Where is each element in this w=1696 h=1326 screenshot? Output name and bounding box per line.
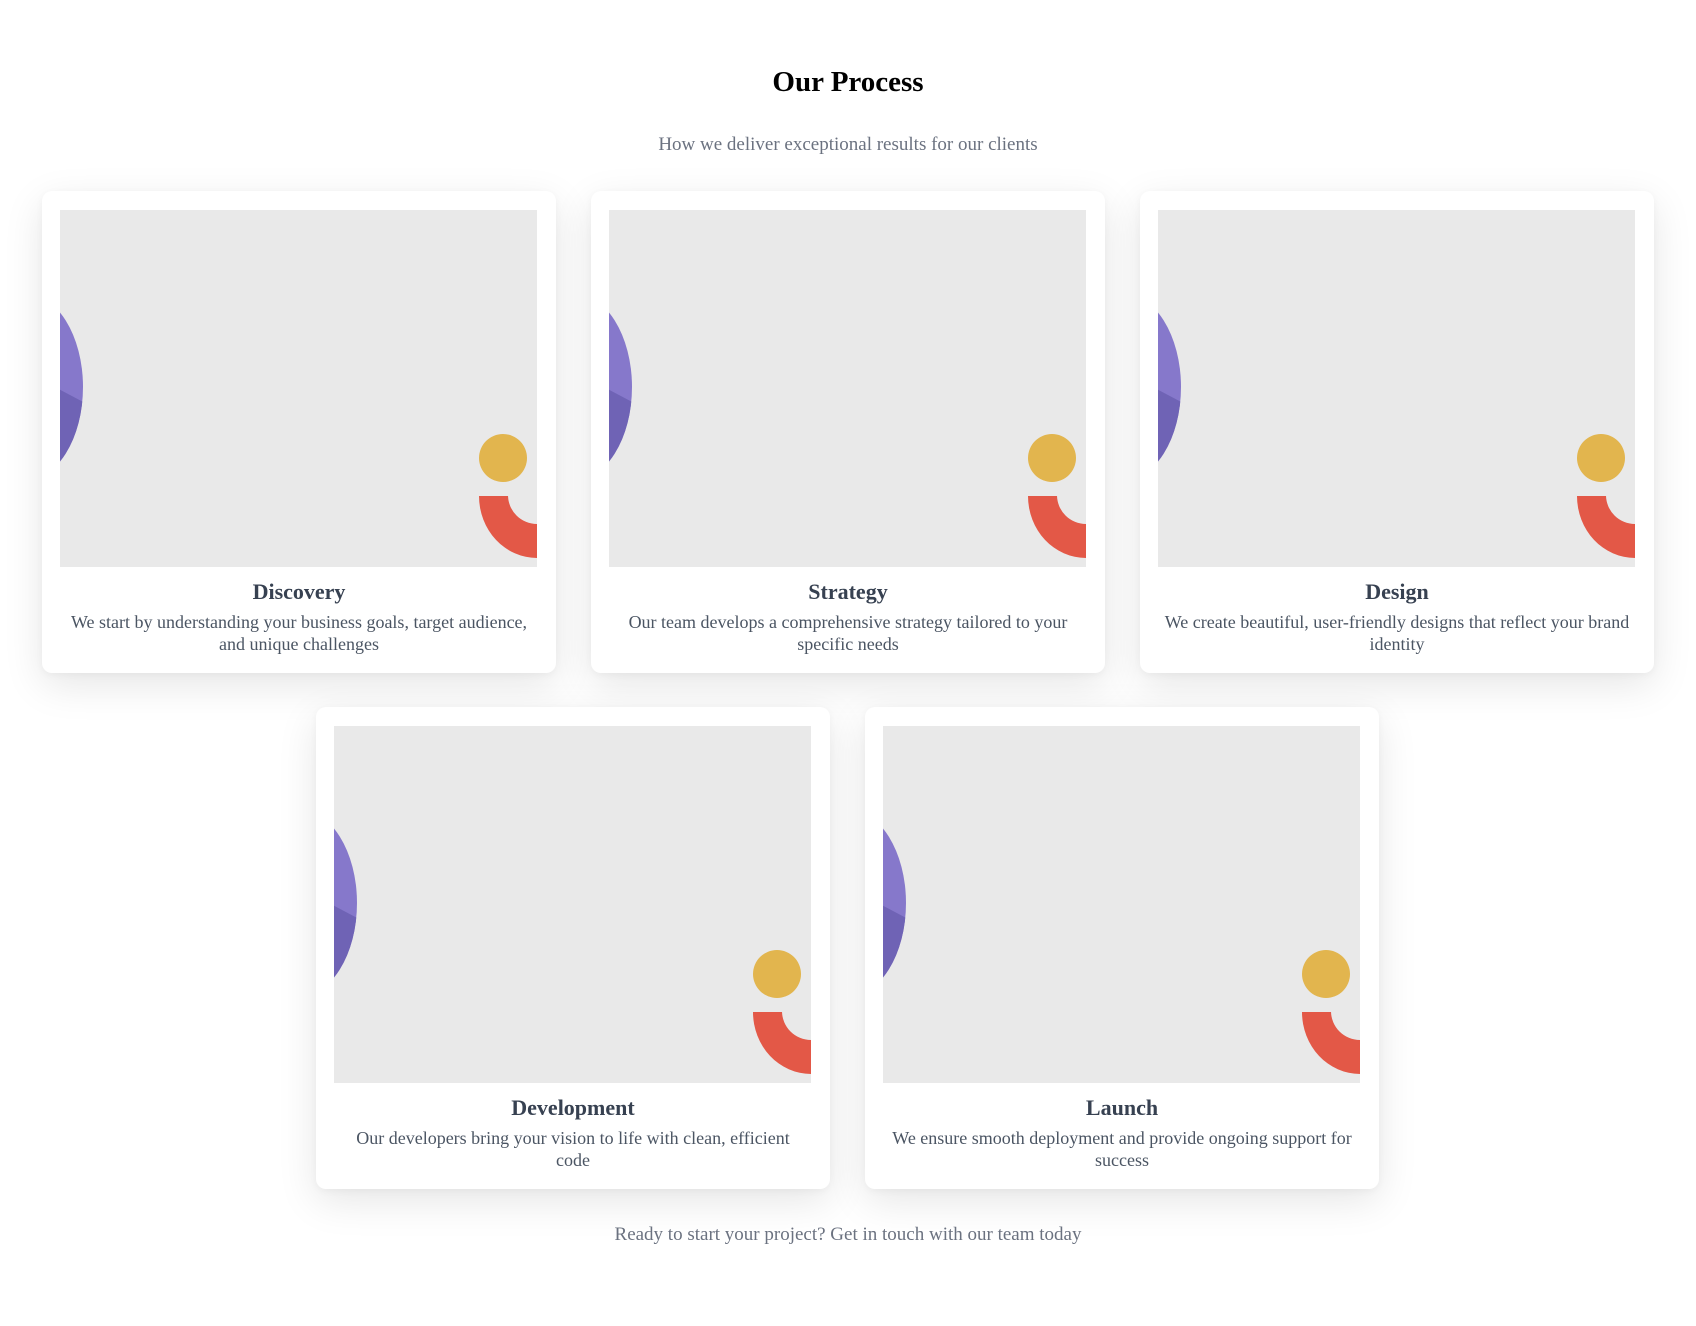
process-card-strategy: Strategy Our team develops a comprehensi…: [591, 191, 1105, 673]
process-card-development: Development Our developers bring your vi…: [316, 707, 830, 1189]
card-title: Strategy: [808, 579, 888, 604]
red-arc-shape: [479, 496, 537, 558]
page-title: Our Process: [772, 66, 924, 98]
page-subtitle: How we deliver exceptional results for o…: [658, 134, 1038, 155]
yellow-circle-shape: [1577, 434, 1625, 482]
purple-half-circle-shape: [60, 293, 83, 481]
card-illustration: [609, 210, 1086, 567]
red-arc-shape: [1028, 496, 1086, 558]
card-illustration: [334, 726, 811, 1083]
red-arc-shape: [753, 1012, 811, 1074]
process-card-discovery: Discovery We start by understanding your…: [42, 191, 556, 673]
process-card-design: Design We create beautiful, user-friendl…: [1140, 191, 1654, 673]
purple-half-circle-shape: [1158, 293, 1181, 481]
card-illustration: [1158, 210, 1635, 567]
card-title: Discovery: [252, 579, 346, 604]
card-description: We create beautiful, user-friendly desig…: [1164, 612, 1630, 654]
yellow-circle-shape: [1302, 950, 1350, 998]
footer-cta-text: Ready to start your project? Get in touc…: [614, 1224, 1082, 1245]
purple-half-circle-shape: [609, 293, 632, 481]
card-description: We ensure smooth deployment and provide …: [892, 1128, 1352, 1170]
card-title: Development: [511, 1095, 635, 1120]
yellow-circle-shape: [1028, 434, 1076, 482]
card-title: Design: [1365, 579, 1429, 604]
card-illustration: [883, 726, 1360, 1083]
card-title: Launch: [1085, 1095, 1159, 1120]
card-description: Our team develops a comprehensive strate…: [628, 612, 1068, 654]
card-description: Our developers bring your vision to life…: [356, 1128, 790, 1170]
purple-half-circle-shape: [334, 809, 357, 997]
purple-half-circle-shape: [883, 809, 906, 997]
red-arc-shape: [1577, 496, 1635, 558]
process-card-launch: Launch We ensure smooth deployment and p…: [865, 707, 1379, 1189]
red-arc-shape: [1302, 1012, 1360, 1074]
yellow-circle-shape: [479, 434, 527, 482]
card-illustration: [60, 210, 537, 567]
card-description: We start by understanding your business …: [70, 612, 528, 654]
yellow-circle-shape: [753, 950, 801, 998]
